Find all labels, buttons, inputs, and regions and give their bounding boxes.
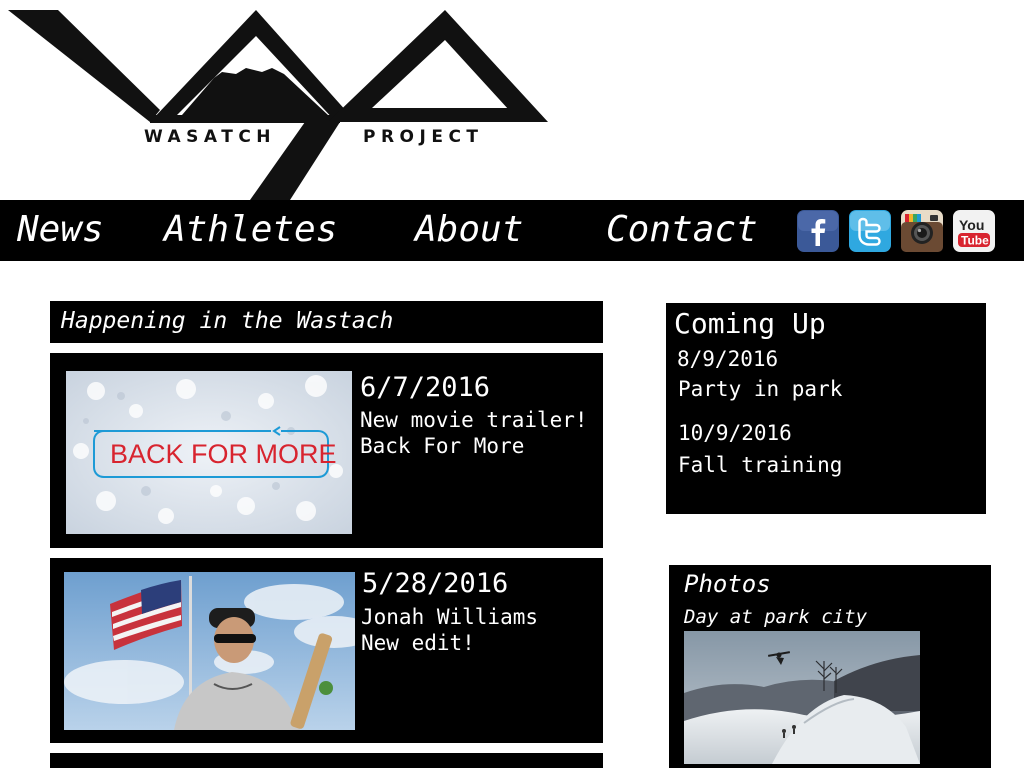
coming-up-panel: Coming Up 8/9/2016 Party in park 10/9/20…: [666, 303, 986, 514]
news-section-heading: Happening in the Wastach: [50, 301, 603, 343]
wasatch-project-logo[interactable]: WASATCH PROJECT: [0, 0, 600, 200]
nav-athletes[interactable]: Athletes: [164, 209, 337, 251]
news-card[interactable]: 5/28/2016 Jonah Williams New edit!: [50, 558, 603, 743]
svg-text:You: You: [959, 217, 984, 233]
logo-left-word: WASATCH: [144, 127, 277, 147]
news-card[interactable]: [50, 753, 603, 768]
news-card[interactable]: BACK FOR MORE 6/7/2016 New movie trailer…: [50, 353, 603, 548]
main-nav: News Athletes About Contact You Tube: [0, 200, 1024, 261]
park-city-photo[interactable]: [684, 631, 920, 764]
nav-news[interactable]: News: [17, 209, 104, 251]
coming-up-title: Coming Up: [674, 307, 826, 340]
event-name[interactable]: Party in park: [678, 376, 842, 402]
nav-contact[interactable]: Contact: [606, 209, 758, 251]
photos-title[interactable]: Photos: [684, 569, 771, 599]
jonah-williams-thumbnail[interactable]: [64, 572, 355, 730]
post-title[interactable]: Jonah Williams: [361, 604, 538, 630]
news-heading-text: Happening in the Wastach: [61, 308, 394, 334]
youtube-icon[interactable]: You Tube: [953, 210, 995, 252]
logo-right-word: PROJECT: [363, 127, 484, 147]
event-name[interactable]: Fall training: [678, 452, 842, 478]
logo-mark-icon: [8, 10, 548, 200]
post-subtitle: Back For More: [360, 434, 525, 458]
facebook-icon[interactable]: [797, 210, 839, 252]
post-date: 5/28/2016: [362, 568, 509, 599]
nav-about[interactable]: About: [415, 209, 523, 251]
back-for-more-thumbnail[interactable]: BACK FOR MORE: [66, 371, 352, 534]
photo-caption: Day at park city: [684, 606, 868, 628]
thumbnail-title: BACK FOR MORE: [110, 439, 337, 469]
instagram-icon[interactable]: [901, 210, 943, 252]
event-date: 8/9/2016: [677, 347, 779, 371]
site-header: WASATCH PROJECT: [0, 0, 1024, 200]
post-date: 6/7/2016: [360, 372, 491, 403]
twitter-icon[interactable]: [849, 210, 891, 252]
event-date: 10/9/2016: [678, 421, 792, 445]
svg-text:Tube: Tube: [961, 234, 989, 248]
photos-panel: Photos Day at park city: [669, 565, 991, 768]
post-subtitle: New edit!: [361, 631, 475, 655]
post-title[interactable]: New movie trailer!: [360, 407, 588, 433]
